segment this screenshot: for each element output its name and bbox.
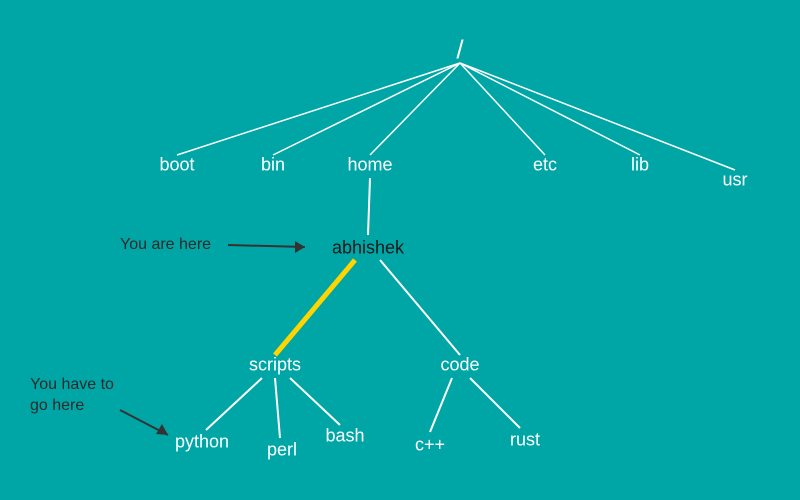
node-boot: boot — [159, 155, 194, 176]
node-rust: rust — [510, 430, 540, 451]
annotation-go-here: You have to go here — [30, 375, 114, 417]
node-abhishek: abhishek — [332, 238, 404, 259]
node-perl: perl — [267, 440, 297, 461]
node-home: home — [347, 155, 392, 176]
node-usr: usr — [722, 170, 747, 191]
node-code: code — [440, 355, 479, 376]
node-bin: bin — [261, 155, 285, 176]
node-lib: lib — [631, 155, 649, 176]
node-root: / — [456, 35, 463, 66]
annotation-you-are-here: You are here — [120, 235, 211, 256]
node-scripts: scripts — [249, 355, 301, 376]
node-etc: etc — [533, 155, 557, 176]
node-cpp: c++ — [415, 435, 445, 456]
node-python: python — [175, 432, 229, 453]
node-bash: bash — [325, 426, 364, 447]
